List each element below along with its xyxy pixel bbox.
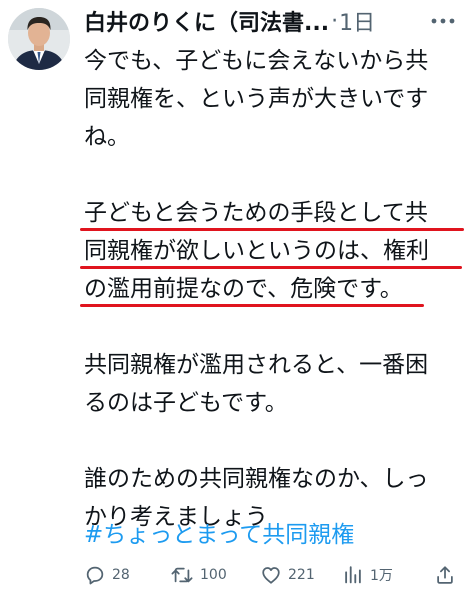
more-options-button[interactable] (428, 8, 458, 34)
action-bar: 28 100 221 1万 (84, 560, 464, 590)
underlined-text-line: 同親権が欲しいというのは、権利 (80, 232, 468, 270)
tweet-header: 白井のりくに（司法書... · 1日 (84, 5, 375, 37)
like-button[interactable]: 221 (260, 560, 315, 590)
hashtag-link[interactable]: #ちょっとまって共同親権 (84, 516, 354, 554)
reply-icon (86, 566, 104, 585)
text-line: るのは子どもです。 (84, 390, 288, 416)
heart-icon (262, 567, 280, 584)
reply-button[interactable]: 28 (84, 560, 130, 590)
avatar-photo (8, 8, 70, 70)
reply-count: 28 (112, 567, 130, 583)
views-button[interactable]: 1万 (342, 560, 393, 590)
text-line: 誰のための共同親権なのか、しっ (84, 466, 429, 492)
tweet[interactable]: 白井のりくに（司法書... · 1日 今でも、子どもに会えないから共 同親権を、… (0, 0, 474, 599)
paragraph-2-highlighted: 子どもと会うための手段として共 同親権が欲しいというのは、権利 の濫用前提なので… (80, 194, 468, 308)
share-icon (437, 566, 453, 584)
retweet-button[interactable]: 100 (170, 560, 227, 590)
text-line: 今でも、子どもに会えないから共 (84, 48, 429, 74)
avatar[interactable] (8, 8, 70, 70)
retweet-count: 100 (200, 567, 227, 583)
underlined-text-line: 子どもと会うための手段として共 (80, 194, 468, 232)
underlined-text-line: の濫用前提なので、危険です。 (80, 270, 468, 308)
paragraph-3: 共同親権が濫用されると、一番困 るのは子どもです。 (84, 346, 468, 422)
timestamp[interactable]: 1日 (339, 5, 375, 37)
text-line: 同親権を、という声が大きいです (84, 86, 429, 112)
tweet-text: 今でも、子どもに会えないから共 同親権を、という声が大きいです ね。 子どもと会… (80, 42, 468, 536)
more-icon (431, 18, 455, 24)
share-button[interactable] (434, 560, 456, 590)
retweet-icon (171, 567, 193, 583)
paragraph-1: 今でも、子どもに会えないから共 同親権を、という声が大きいです ね。 (84, 42, 468, 156)
views-count: 1万 (370, 568, 393, 584)
views-chart-icon (345, 566, 361, 584)
like-count: 221 (288, 567, 315, 583)
text-line: 共同親権が濫用されると、一番困 (84, 352, 429, 378)
text-line: ね。 (84, 124, 130, 150)
display-name[interactable]: 白井のりくに（司法書... (84, 5, 329, 37)
separator-dot: · (331, 8, 339, 34)
